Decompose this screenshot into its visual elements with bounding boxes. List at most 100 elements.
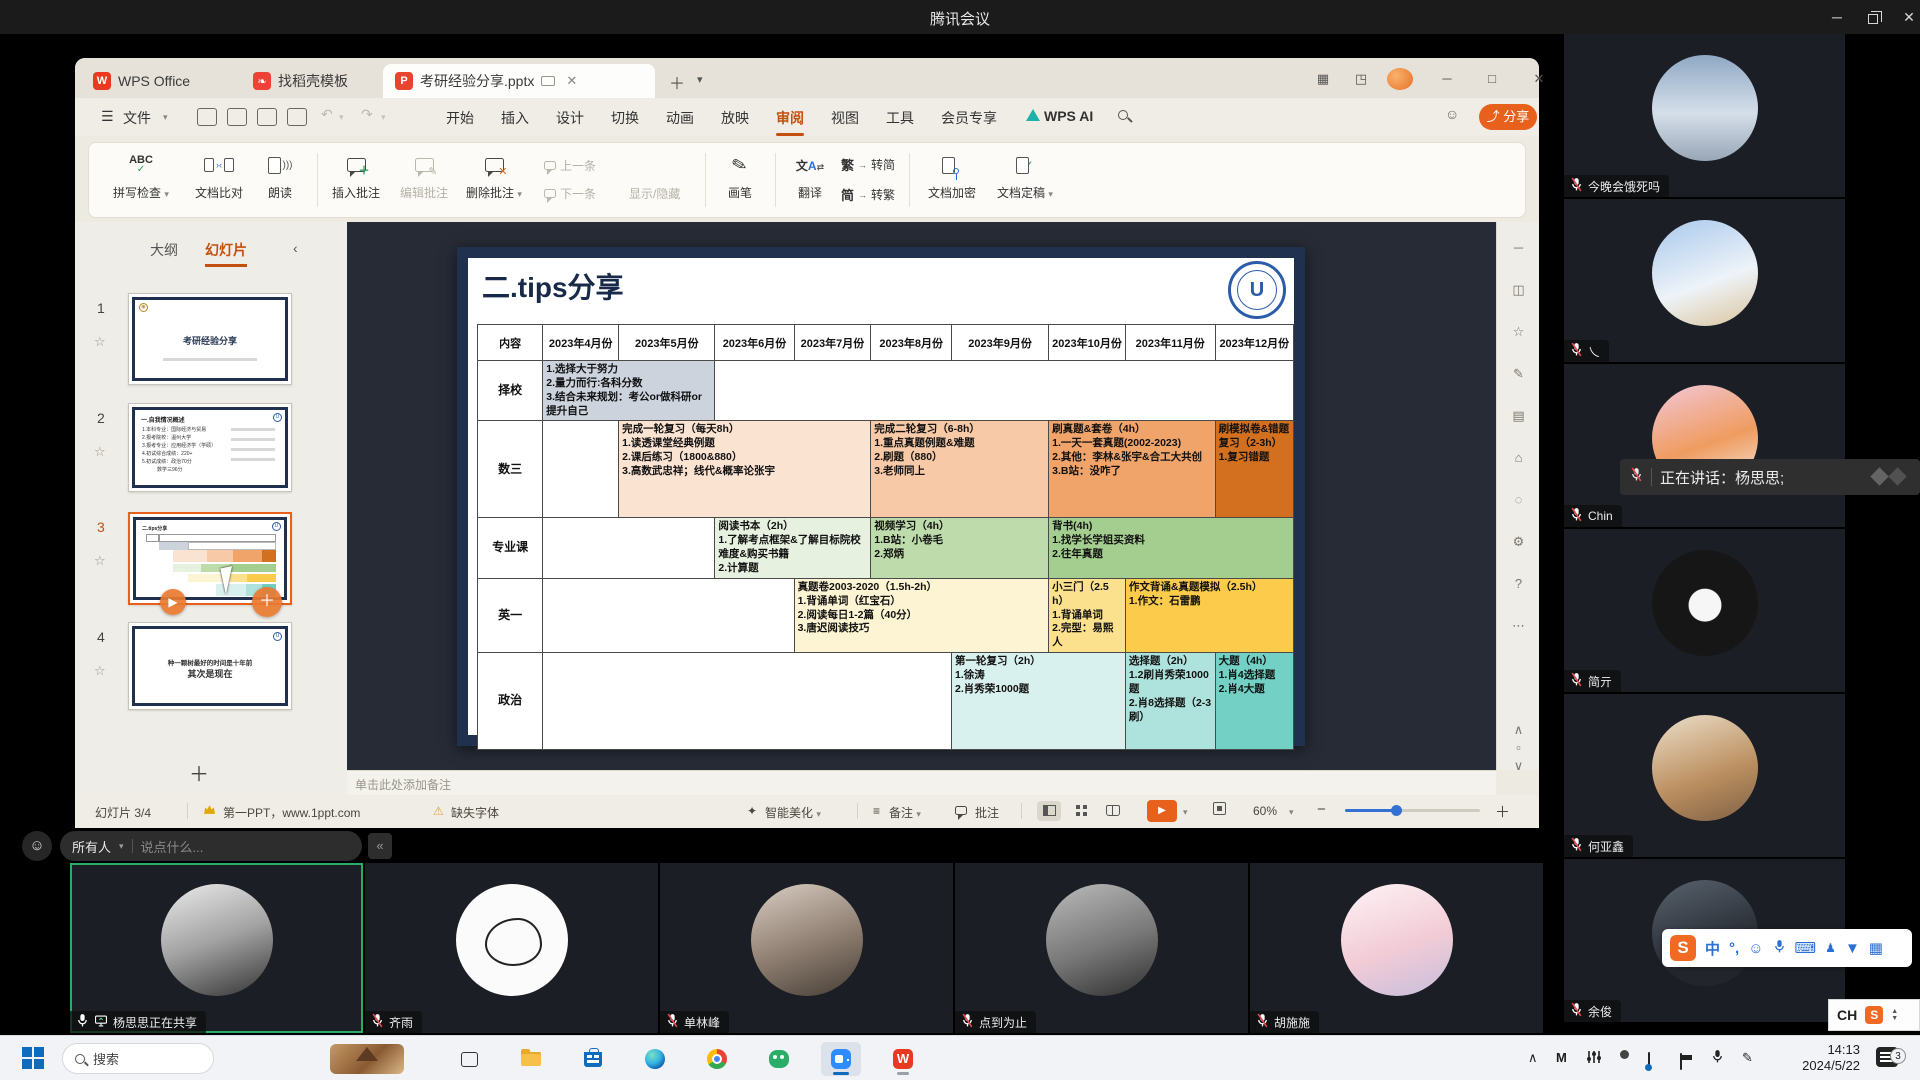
emoji-ime-icon[interactable]: ☺: [1748, 940, 1763, 957]
tray-mic-icon[interactable]: [1711, 1049, 1724, 1067]
side-tool-icon[interactable]: ─: [1497, 240, 1540, 255]
menu-会员专享[interactable]: 会员专享: [937, 106, 1001, 130]
share-button[interactable]: ⤴ 分享: [1479, 104, 1537, 130]
side-tool-icon[interactable]: ✎: [1497, 366, 1540, 382]
spell-check-button[interactable]: ABC✓ 拼写检查 ▾: [103, 149, 179, 201]
slide-thumbnail-3-selected[interactable]: 二.tips分享 U ▶ ＋: [128, 512, 292, 605]
fullscreen-icon[interactable]: [1213, 802, 1226, 818]
canvas-scroll-icon[interactable]: ∧: [1497, 722, 1540, 738]
zoom-chevron-icon[interactable]: ▾: [1289, 807, 1294, 818]
search-icon[interactable]: [1118, 110, 1128, 120]
menu-放映[interactable]: 放映: [717, 106, 753, 130]
taskbar-app-microsoft-store[interactable]: [573, 1042, 613, 1076]
next-comment-button[interactable]: 下一条: [544, 185, 596, 202]
emoji-button[interactable]: ☺: [22, 831, 52, 861]
volume-mixer-icon[interactable]: [1586, 1050, 1601, 1067]
video-tile-点到为止[interactable]: 点到为止: [955, 863, 1248, 1033]
voice-input-icon[interactable]: [1773, 939, 1786, 958]
doc-encrypt-button[interactable]: 文档加密: [921, 149, 983, 201]
translate-button[interactable]: 文A⇄ 翻译: [785, 149, 835, 201]
save-icon[interactable]: [197, 108, 217, 126]
video-tile-齐雨[interactable]: 齐雨: [365, 863, 658, 1033]
note-button[interactable]: 备注 ▾: [889, 804, 921, 821]
print-preview-icon[interactable]: [287, 108, 307, 126]
keyboard-icon[interactable]: ⌨: [1795, 939, 1817, 957]
slideshow-play-button[interactable]: ▶: [1147, 800, 1177, 822]
taskbar-app-tencent-meeting[interactable]: [821, 1042, 861, 1076]
video-tile-杨思思正在共享[interactable]: 杨思思正在共享: [70, 863, 363, 1033]
restore-button[interactable]: [1858, 6, 1888, 28]
chat-input[interactable]: 说点什么...: [141, 837, 204, 856]
play-slide-button[interactable]: ▶: [160, 589, 186, 615]
sogou-tray-icon[interactable]: S: [1865, 1006, 1883, 1024]
taskbar-app-file-explorer[interactable]: [511, 1042, 551, 1076]
video-tile-今晚会饿死吗[interactable]: 今晚会饿死吗: [1564, 34, 1845, 197]
doc-finalize-button[interactable]: ✓ 文档定稿 ▾: [987, 149, 1063, 201]
wps-ai-menu[interactable]: WPS AI: [1022, 106, 1097, 126]
zoom-level[interactable]: 60%: [1253, 804, 1277, 818]
video-tile-Chin[interactable]: Chin: [1564, 364, 1845, 527]
menu-视图[interactable]: 视图: [827, 106, 863, 130]
doc-tab-2[interactable]: ❧找稻壳模板: [241, 64, 375, 98]
menu-切换[interactable]: 切换: [607, 106, 643, 130]
chat-scope-selector[interactable]: 所有人: [72, 837, 111, 856]
tab-list-chevron-icon[interactable]: ▾: [697, 73, 703, 86]
slide-thumbnail-4[interactable]: U 种一颗树最好的时间是十年前 其次是现在: [128, 622, 292, 710]
taskbar-clock[interactable]: 14:13 2024/5/22: [1768, 1042, 1860, 1074]
battery-icon[interactable]: [1680, 1054, 1682, 1069]
side-tool-icon[interactable]: ?: [1497, 576, 1540, 591]
account-avatar[interactable]: [1387, 68, 1413, 90]
tab-slides[interactable]: 幻灯片: [205, 240, 247, 267]
ime-toolbar[interactable]: S 中 °, ☺ ⌨ ♟ ▼ ▦: [1662, 929, 1912, 967]
tray-media-icon[interactable]: M: [1556, 1050, 1567, 1065]
taskbar-app-task-view[interactable]: [449, 1042, 489, 1076]
wps-minimize-button[interactable]: ─: [1434, 68, 1460, 90]
delete-comment-button[interactable]: ✕ 删除批注 ▾: [461, 149, 527, 201]
insert-comment-button[interactable]: ＋ 插入批注: [327, 149, 385, 201]
side-tool-icon[interactable]: ◌: [1497, 492, 1540, 507]
doc-compare-button[interactable]: ›‹ 文档比对: [187, 149, 251, 201]
taskbar-app-edge[interactable]: [635, 1042, 675, 1076]
video-tile-简亓[interactable]: 简亓: [1564, 529, 1845, 692]
apps-cube-icon[interactable]: ◳: [1348, 68, 1374, 90]
workspace-icon[interactable]: ▦: [1310, 68, 1336, 90]
taskbar-app-wechat[interactable]: [759, 1042, 799, 1076]
chat-collapse-button[interactable]: «: [368, 833, 392, 859]
slide-sorter-view-button[interactable]: [1069, 801, 1093, 821]
zoom-in-button[interactable]: ＋: [1495, 801, 1510, 822]
video-tile-何亚鑫[interactable]: 何亚鑫: [1564, 694, 1845, 857]
avatar-skin-icon[interactable]: ♟: [1825, 941, 1836, 955]
lang-arrows-icon[interactable]: ▲▼: [1891, 1008, 1898, 1022]
to-traditional-button[interactable]: 简→转繁: [841, 185, 895, 204]
wps-maximize-button[interactable]: □: [1479, 68, 1505, 90]
notes-bar[interactable]: 单击此处添加备注: [347, 770, 1496, 795]
close-button[interactable]: ✕: [1894, 6, 1920, 28]
doc-tab-1[interactable]: WWPS Office: [81, 64, 233, 98]
prev-comment-button[interactable]: 上一条: [544, 157, 596, 174]
toolbox-grid-icon[interactable]: ▦: [1869, 939, 1883, 957]
star-icon[interactable]: ☆: [94, 444, 106, 460]
chat-bar[interactable]: 所有人 ▾ 说点什么...: [60, 831, 362, 861]
canvas-scroll-icon[interactable]: ▫: [1497, 740, 1540, 755]
side-tool-icon[interactable]: ☆: [1497, 324, 1540, 340]
help-icon[interactable]: ☺: [1445, 106, 1459, 122]
minimize-button[interactable]: ─: [1822, 6, 1852, 28]
punctuation-icon[interactable]: °,: [1729, 940, 1739, 957]
star-icon[interactable]: ☆: [94, 663, 106, 679]
reading-view-button[interactable]: [1101, 801, 1125, 821]
pen-button[interactable]: ✎ 画笔: [715, 149, 765, 201]
normal-view-button[interactable]: [1037, 801, 1061, 821]
edit-comment-button[interactable]: ✎ 编辑批注: [395, 149, 453, 201]
menu-开始[interactable]: 开始: [442, 106, 478, 130]
skin-icon[interactable]: ▼: [1845, 940, 1860, 957]
side-tool-icon[interactable]: ◫: [1497, 282, 1540, 298]
beautify-button[interactable]: 智能美化 ▾: [765, 804, 821, 821]
menu-动画[interactable]: 动画: [662, 106, 698, 130]
star-icon[interactable]: ☆: [94, 553, 106, 569]
read-aloud-button[interactable]: ))) 朗读: [257, 149, 303, 201]
comment-button[interactable]: 批注: [975, 804, 999, 821]
menu-审阅[interactable]: 审阅: [772, 106, 808, 130]
menu-工具[interactable]: 工具: [882, 106, 918, 130]
new-tab-button[interactable]: ＋: [669, 70, 685, 94]
show-hide-comments-button[interactable]: 显示/隐藏: [629, 185, 680, 202]
